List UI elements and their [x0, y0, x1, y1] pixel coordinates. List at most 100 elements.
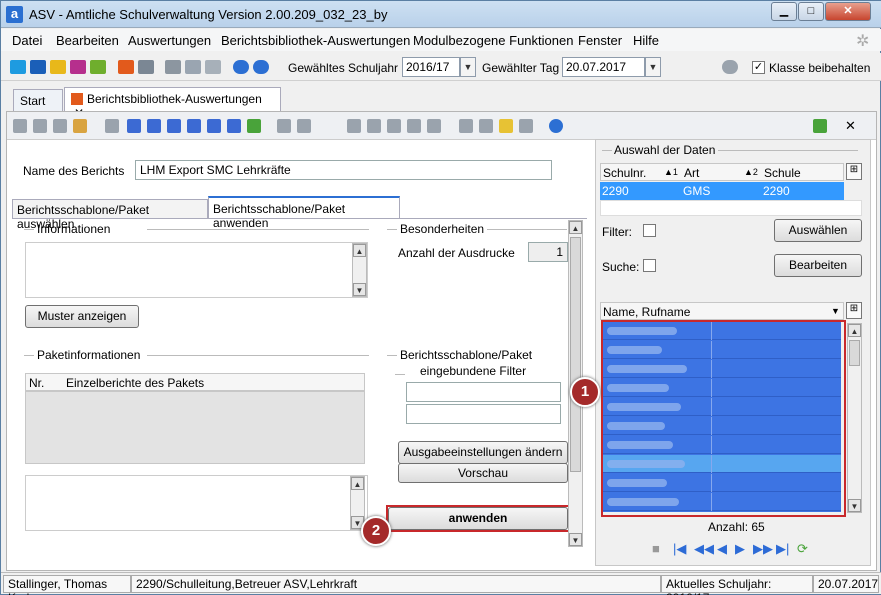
- prev-record-icon[interactable]: ◀: [717, 541, 727, 557]
- bearbeiten-button[interactable]: Bearbeiten: [774, 254, 862, 277]
- refresh-list-icon[interactable]: ⟳: [797, 541, 808, 557]
- new-record-icon[interactable]: ■: [652, 541, 660, 556]
- column-schulnr[interactable]: Schulnr.: [603, 166, 646, 180]
- table-row[interactable]: 2290 GMS 2290: [600, 182, 844, 200]
- next-page-icon[interactable]: [207, 119, 221, 133]
- scroll-up-icon[interactable]: ▲: [353, 244, 366, 257]
- tab-start[interactable]: Start ✕: [13, 89, 63, 122]
- scroll-down-icon[interactable]: ▼: [848, 499, 861, 512]
- menu-berichtsbibliothek[interactable]: Berichtsbibliothek-Auswertungen: [221, 33, 410, 48]
- menu-hilfe[interactable]: Hilfe: [633, 33, 659, 48]
- column-nr[interactable]: Nr.: [29, 376, 44, 390]
- scroll-down-icon[interactable]: ▼: [569, 533, 582, 546]
- first-icon[interactable]: [127, 119, 141, 133]
- scroll-down-icon[interactable]: ▼: [353, 283, 366, 296]
- students-icon[interactable]: [50, 60, 66, 74]
- scroll-up-icon[interactable]: ▲: [848, 324, 861, 337]
- tag-dropdown-icon[interactable]: ▼: [645, 57, 661, 77]
- subtab-anwenden[interactable]: Berichtsschablone/Paket anwenden: [208, 196, 400, 230]
- minimize-button[interactable]: ▁: [771, 2, 797, 21]
- close-window-button[interactable]: ✕: [825, 2, 871, 21]
- printer-icon[interactable]: [459, 119, 473, 133]
- back-arrow-icon[interactable]: [277, 119, 291, 133]
- maximize-button[interactable]: □: [798, 2, 824, 21]
- new-icon[interactable]: [105, 119, 119, 133]
- help-icon[interactable]: [549, 119, 563, 133]
- last-icon[interactable]: [227, 119, 241, 133]
- column-name-rufname[interactable]: Name, Rufname: [603, 305, 690, 319]
- anzahl-ausdrucke-field[interactable]: 1: [528, 242, 568, 262]
- ausgabeeinstellungen-button[interactable]: Ausgabeeinstellungen ändern: [398, 441, 568, 464]
- next-page-icon[interactable]: ▶▶: [753, 541, 773, 557]
- prev-page-icon[interactable]: [147, 119, 161, 133]
- lightning-icon[interactable]: [205, 60, 221, 74]
- delete-icon[interactable]: [53, 119, 67, 133]
- paket-text[interactable]: [25, 475, 368, 531]
- next-icon[interactable]: [187, 119, 201, 133]
- scroll-thumb[interactable]: [570, 237, 581, 472]
- people-icon[interactable]: [10, 60, 26, 74]
- copy-doc-icon[interactable]: [367, 119, 381, 133]
- document-icon[interactable]: [297, 119, 311, 133]
- column-art[interactable]: Art: [684, 166, 699, 180]
- menu-datei[interactable]: Datei: [12, 33, 42, 48]
- copy-icon[interactable]: [165, 60, 181, 74]
- tag-field[interactable]: 20.07.2017: [562, 57, 645, 77]
- print-icon[interactable]: [138, 60, 154, 74]
- column-schule[interactable]: Schule: [764, 166, 801, 180]
- filter-checkbox[interactable]: [643, 224, 656, 237]
- subtab-auswaehlen[interactable]: Berichtsschablone/Paket auswählen: [12, 199, 208, 231]
- window-icon[interactable]: [185, 60, 201, 74]
- schuljahr-dropdown-icon[interactable]: ▼: [460, 57, 476, 77]
- edit-icon[interactable]: [73, 119, 87, 133]
- tag-icon[interactable]: [519, 119, 533, 133]
- bulb-icon[interactable]: [499, 119, 513, 133]
- scroll-up-icon[interactable]: ▲: [569, 221, 582, 234]
- informationen-text[interactable]: [25, 242, 368, 298]
- dropdown-arrow-icon[interactable]: ▼: [831, 306, 840, 316]
- close-panel-icon[interactable]: ✕: [845, 118, 856, 134]
- paste-special-icon[interactable]: [407, 119, 421, 133]
- klasse-checkbox[interactable]: ✓: [752, 61, 765, 74]
- report-name-field[interactable]: LHM Export SMC Lehrkräfte: [135, 160, 552, 180]
- column-einzelberichte[interactable]: Einzelberichte des Pakets: [66, 376, 204, 390]
- tab-berichtsbibliothek[interactable]: Berichtsbibliothek-Auswertungen ✕: [64, 87, 281, 120]
- format-icon[interactable]: [427, 119, 441, 133]
- auswaehlen-button[interactable]: Auswählen: [774, 219, 862, 242]
- report-icon[interactable]: [118, 60, 134, 74]
- prev-icon[interactable]: [167, 119, 181, 133]
- paste-icon[interactable]: [387, 119, 401, 133]
- menu-fenster[interactable]: Fenster: [578, 33, 622, 48]
- cut-icon[interactable]: [347, 119, 361, 133]
- suche-checkbox[interactable]: [643, 259, 656, 272]
- refresh-icon[interactable]: [247, 119, 261, 133]
- teacher-icon[interactable]: [70, 60, 86, 74]
- filter-field-2[interactable]: [406, 404, 561, 424]
- help-icon[interactable]: [253, 60, 269, 74]
- save-icon[interactable]: [13, 119, 27, 133]
- menu-bearbeiten[interactable]: Bearbeiten: [56, 33, 119, 48]
- next-record-icon[interactable]: ▶: [735, 541, 745, 557]
- person-list-scrollbar[interactable]: ▲ ▼: [847, 323, 862, 513]
- vorschau-button[interactable]: Vorschau: [398, 463, 568, 483]
- first-record-icon[interactable]: |◀: [673, 541, 686, 557]
- informationen-scrollbar[interactable]: ▲ ▼: [352, 243, 367, 297]
- eye-icon[interactable]: [479, 119, 493, 133]
- prev-page-icon[interactable]: ◀◀: [694, 541, 714, 557]
- class-icon[interactable]: [30, 60, 46, 74]
- paket-table-body[interactable]: [25, 391, 365, 464]
- message-icon[interactable]: [90, 60, 106, 74]
- info-icon[interactable]: [233, 60, 249, 74]
- refresh-data-icon[interactable]: [813, 119, 827, 133]
- table-settings-icon[interactable]: ⊞: [846, 163, 862, 180]
- menu-auswertungen[interactable]: Auswertungen: [128, 33, 211, 48]
- menu-modulbezogene-funktionen[interactable]: Modulbezogene Funktionen: [413, 33, 573, 48]
- scroll-thumb[interactable]: [849, 340, 860, 366]
- last-record-icon[interactable]: ▶|: [776, 541, 789, 557]
- scroll-up-icon[interactable]: ▲: [351, 477, 364, 490]
- lock-icon[interactable]: [722, 60, 738, 74]
- list-settings-icon[interactable]: ⊞: [846, 302, 862, 319]
- muster-anzeigen-button[interactable]: Muster anzeigen: [25, 305, 139, 328]
- filter-field-1[interactable]: [406, 382, 561, 402]
- undo-icon[interactable]: [33, 119, 47, 133]
